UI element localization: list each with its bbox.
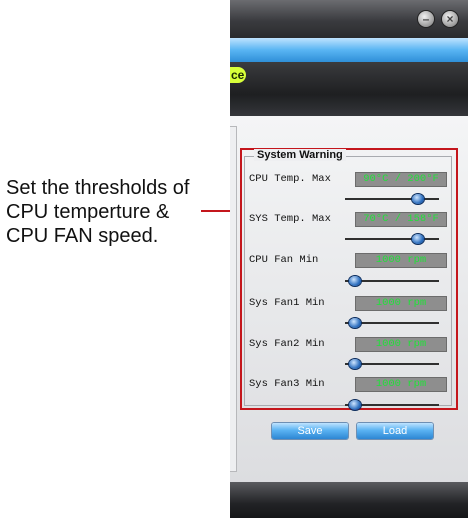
sys-temp-max-slider[interactable]: [345, 234, 439, 244]
minimize-button[interactable]: –: [418, 11, 434, 27]
slider-thumb[interactable]: [349, 276, 361, 286]
cpu-temp-max-slider[interactable]: [345, 194, 439, 204]
slider-track: [345, 198, 439, 200]
slider-thumb[interactable]: [349, 359, 361, 369]
annotation-line-3: CPU FAN speed.: [6, 225, 159, 247]
close-button[interactable]: ×: [442, 11, 458, 27]
cpu-temp-max-label: CPU Temp. Max: [249, 173, 331, 185]
slider-thumb[interactable]: [412, 234, 424, 244]
cpu-fan-min-value: 1000 rpm: [355, 253, 447, 268]
sys-fan3-min-value: 1000 rpm: [355, 377, 447, 392]
cpu-fan-min-slider[interactable]: [345, 276, 439, 286]
menu-bar: [230, 38, 468, 62]
tab-strip: [230, 62, 468, 116]
sys-temp-max-label: SYS Temp. Max: [249, 213, 331, 225]
sys-fan2-min-value: 1000 rpm: [355, 337, 447, 352]
sys-fan1-min-label: Sys Fan1 Min: [249, 297, 325, 309]
sys-fan3-min-slider[interactable]: [345, 400, 439, 410]
sys-fan2-min-label: Sys Fan2 Min: [249, 338, 325, 350]
active-tab-fragment[interactable]: ce: [230, 67, 246, 83]
slider-track: [345, 238, 439, 240]
sys-fan2-min-slider[interactable]: [345, 359, 439, 369]
slider-thumb[interactable]: [349, 400, 361, 410]
footer-bar: [230, 482, 468, 518]
sys-fan1-min-value: 1000 rpm: [355, 296, 447, 311]
annotation-line-1: Set the thresholds of: [6, 177, 190, 199]
system-warning-title: System Warning: [254, 149, 346, 161]
title-bar: – ×: [230, 0, 468, 38]
cpu-temp-max-value: 90°C / 200°F: [355, 172, 447, 187]
annotation-line-2: CPU temperture &: [6, 201, 170, 223]
left-panel-edge: [230, 126, 237, 472]
sys-fan3-min-label: Sys Fan3 Min: [249, 378, 325, 390]
save-button[interactable]: Save: [272, 423, 348, 439]
slider-thumb[interactable]: [349, 318, 361, 328]
annotation-text: Set the thresholds of CPU temperture & C…: [6, 176, 202, 248]
slider-thumb[interactable]: [412, 194, 424, 204]
cpu-fan-min-label: CPU Fan Min: [249, 254, 319, 266]
sys-fan1-min-slider[interactable]: [345, 318, 439, 328]
sys-temp-max-value: 70°C / 158°F: [355, 212, 447, 227]
load-button[interactable]: Load: [357, 423, 433, 439]
